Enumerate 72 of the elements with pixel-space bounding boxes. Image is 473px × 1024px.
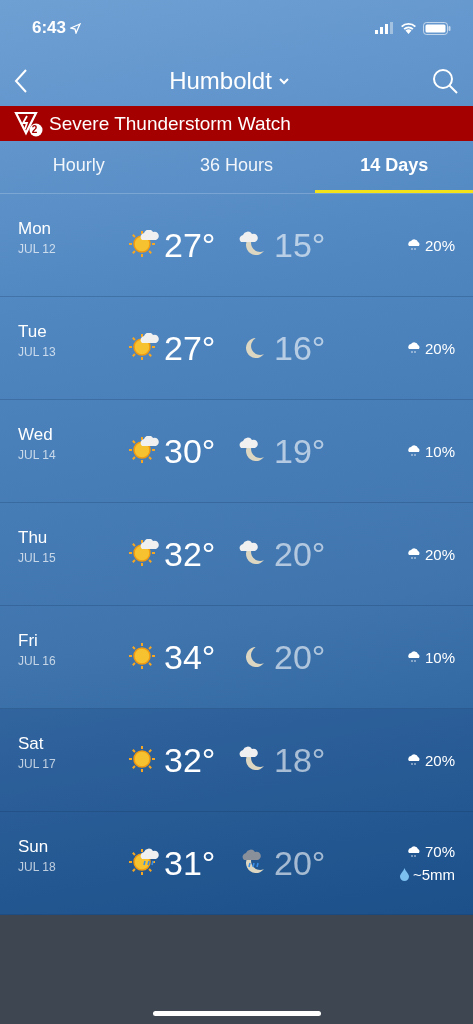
forecast-row[interactable]: Thu JUL 15 32° 20° 20% (0, 503, 473, 606)
high-temperature: 32° (164, 740, 216, 780)
low-temperature: 20° (274, 843, 326, 883)
forecast-row[interactable]: Sat JUL 17 32° 18° 20% (0, 709, 473, 812)
location-selector[interactable]: Humboldt (169, 67, 290, 95)
day-name: Fri (18, 630, 39, 651)
day-date: JUL 12 (18, 241, 57, 256)
low-temperature: 16° (274, 328, 326, 368)
rain-cloud-icon (406, 754, 421, 766)
high-temperature: 30° (164, 431, 216, 471)
rain-cloud-icon (406, 342, 421, 354)
day-name: Wed (18, 424, 54, 445)
sun-cloud-icon (128, 436, 160, 466)
tab[interactable]: 14 Days (315, 141, 473, 193)
back-button[interactable] (14, 68, 28, 94)
forecast-row[interactable]: Sun JUL 18 31° 20° 70% ~5mm (0, 812, 473, 915)
low-temperature: 19° (274, 431, 326, 471)
precip-chance: 20% (424, 751, 455, 769)
wifi-icon (400, 22, 417, 34)
rain-cloud-icon (406, 548, 421, 560)
precip-chance: 70% (424, 843, 455, 860)
high-temperature: 27° (164, 225, 216, 265)
sun-rain-icon (128, 848, 160, 878)
precip-chance: 20% (424, 339, 455, 357)
sun-cloud-icon (128, 333, 160, 363)
precip-chance: 10% (424, 648, 455, 666)
storm-warning-icon (14, 110, 44, 137)
battery-icon (423, 21, 451, 35)
rain-amount: ~5mm (412, 866, 455, 883)
alert-text: Severe Thunderstorm Watch (49, 112, 291, 135)
clock-time: 6:43 (32, 18, 82, 38)
day-date: JUL 17 (18, 756, 57, 771)
precip-chance: 20% (424, 545, 455, 563)
forecast-row[interactable]: Tue JUL 13 27° 16° 20% (0, 297, 473, 400)
rain-cloud-icon (406, 239, 421, 251)
signal-icon (375, 22, 394, 34)
day-date: JUL 16 (18, 653, 57, 668)
forecast-row[interactable]: Wed JUL 14 30° 19° 10% (0, 400, 473, 503)
high-temperature: 27° (164, 328, 216, 368)
rain-cloud-icon (406, 845, 421, 858)
alert-banner[interactable]: 2 Severe Thunderstorm Watch (0, 106, 473, 141)
sun-cloud-icon (128, 230, 160, 260)
location-arrow-icon (70, 22, 82, 34)
day-name: Thu (18, 527, 49, 548)
day-name: Sat (18, 733, 45, 754)
day-name: Mon (18, 218, 53, 239)
low-temperature: 15° (274, 225, 326, 265)
forecast-row[interactable]: Fri JUL 16 34° 20° 10% (0, 606, 473, 709)
day-date: JUL 14 (18, 447, 57, 462)
alert-count: 2 (30, 124, 39, 135)
day-name: Tue (18, 321, 48, 342)
day-date: JUL 13 (18, 344, 57, 359)
low-temperature: 20° (274, 637, 326, 677)
high-temperature: 32° (164, 534, 216, 574)
forecast-row[interactable]: Mon JUL 12 27° 15° 20% (0, 194, 473, 297)
tab[interactable]: 36 Hours (157, 141, 316, 193)
low-temperature: 18° (274, 740, 326, 780)
tab[interactable]: Hourly (0, 141, 158, 193)
day-date: JUL 15 (18, 550, 57, 565)
rain-cloud-icon (406, 651, 421, 663)
drop-icon (399, 868, 409, 881)
search-button[interactable] (431, 67, 459, 95)
low-temperature: 20° (274, 534, 326, 574)
day-date: JUL 18 (18, 859, 57, 874)
sun-cloud-icon (128, 539, 160, 569)
high-temperature: 31° (164, 843, 216, 883)
rain-cloud-icon (406, 445, 421, 457)
precip-chance: 20% (424, 236, 455, 254)
day-name: Sun (18, 836, 50, 857)
precip-chance: 10% (424, 442, 455, 460)
chevron-down-icon (277, 77, 290, 85)
high-temperature: 34° (164, 637, 216, 677)
